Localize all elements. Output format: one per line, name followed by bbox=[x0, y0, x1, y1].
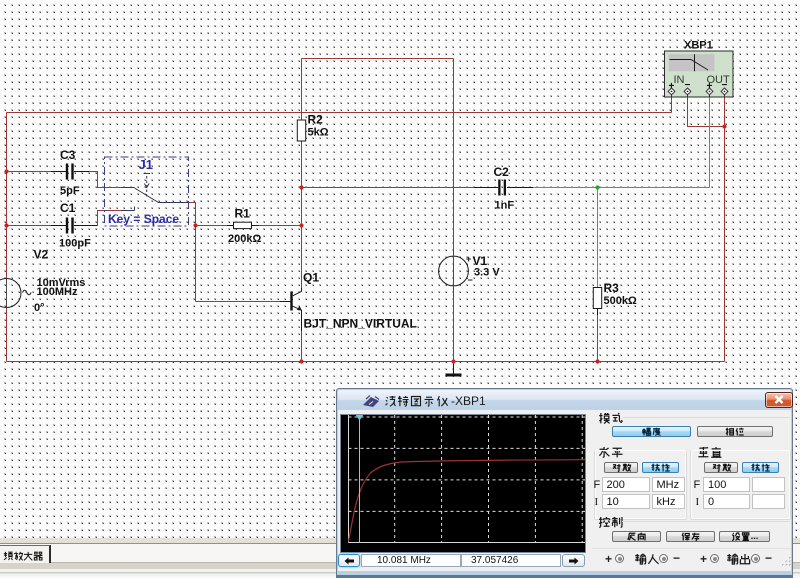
svg-text:Key = Space: Key = Space bbox=[108, 212, 179, 226]
svg-text:−: − bbox=[468, 275, 473, 285]
svg-text:R1: R1 bbox=[235, 207, 251, 221]
svg-text:1nF: 1nF bbox=[495, 200, 515, 212]
svg-text:5pF: 5pF bbox=[60, 185, 80, 197]
svg-text:−: − bbox=[685, 80, 691, 91]
svg-text:100pF: 100pF bbox=[59, 238, 91, 250]
svg-text:J1: J1 bbox=[139, 157, 153, 172]
svg-text:−: − bbox=[722, 80, 728, 91]
svg-text:C1: C1 bbox=[60, 201, 76, 215]
svg-text:XBP1: XBP1 bbox=[684, 40, 713, 52]
svg-text:+: + bbox=[707, 81, 713, 92]
svg-text:R3: R3 bbox=[604, 281, 620, 295]
svg-text:100MHz: 100MHz bbox=[37, 286, 78, 298]
svg-text:200kΩ: 200kΩ bbox=[228, 233, 261, 245]
svg-text:IN: IN bbox=[674, 74, 685, 86]
svg-text:+: + bbox=[669, 81, 675, 92]
svg-text:C2: C2 bbox=[494, 165, 510, 179]
svg-text:5kΩ: 5kΩ bbox=[308, 127, 329, 139]
svg-text:3.3 V: 3.3 V bbox=[474, 267, 500, 279]
svg-text:BJT_NPN_VIRTUAL: BJT_NPN_VIRTUAL bbox=[304, 317, 417, 331]
svg-text:Q1: Q1 bbox=[303, 271, 319, 285]
svg-text:C3: C3 bbox=[60, 148, 76, 162]
svg-text:+: + bbox=[466, 254, 471, 264]
svg-text:0°: 0° bbox=[34, 302, 45, 314]
svg-text:R2: R2 bbox=[308, 113, 324, 127]
svg-text:500kΩ: 500kΩ bbox=[604, 295, 637, 307]
svg-text:V2: V2 bbox=[34, 248, 49, 262]
